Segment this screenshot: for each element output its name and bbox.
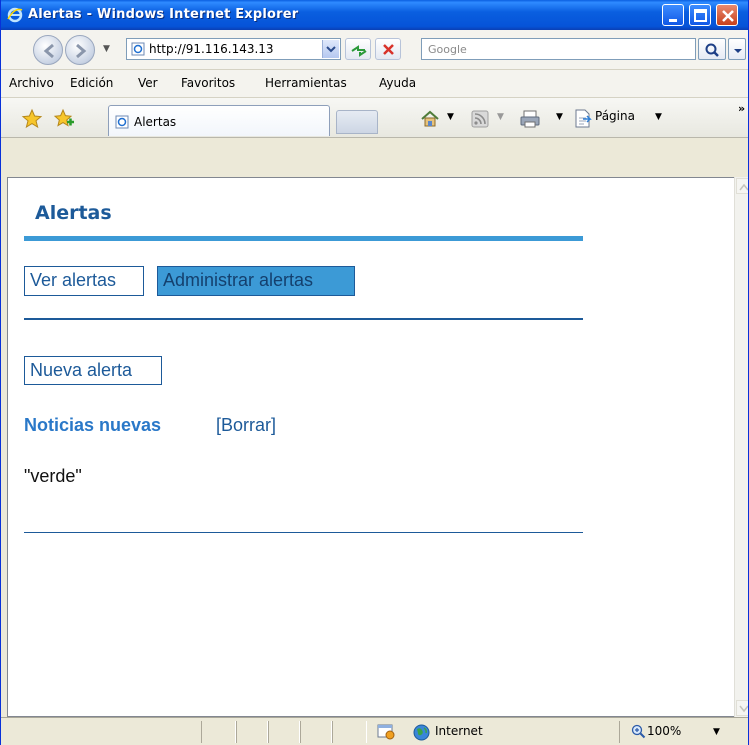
protected-mode-icon[interactable]: [377, 724, 395, 740]
status-segment: [268, 721, 300, 743]
tab-alertas[interactable]: Alertas: [108, 105, 330, 136]
delete-link[interactable]: [Borrar]: [216, 415, 276, 436]
search-icon: [705, 43, 719, 57]
close-button[interactable]: [716, 4, 738, 26]
stop-icon: [383, 44, 394, 55]
page-icon: [131, 42, 145, 56]
tab-toolbar: Alertas ▼ ▼ ▼ Página ▼ »: [1, 98, 748, 138]
chevron-up-icon: [739, 183, 748, 191]
ie-logo-icon: [7, 7, 23, 23]
back-arrow-icon: [43, 43, 54, 59]
status-segment: [201, 721, 236, 743]
search-input[interactable]: Google: [421, 38, 696, 60]
favorites-star-icon[interactable]: [21, 108, 43, 130]
menu-edicion[interactable]: Edición: [70, 76, 113, 90]
refresh-icon: [351, 45, 367, 57]
browser-window: Alertas - Windows Internet Explorer ▼ ht…: [0, 0, 749, 745]
page-menu-label[interactable]: Página: [595, 109, 635, 123]
back-button[interactable]: [33, 35, 63, 65]
scroll-up-button[interactable]: [736, 178, 748, 194]
page-dropdown-icon[interactable]: ▼: [655, 112, 662, 122]
forward-arrow-icon: [76, 43, 87, 59]
home-icon[interactable]: [419, 108, 441, 130]
status-bar: Internet 100% ▼: [1, 717, 748, 745]
vertical-scrollbar[interactable]: [734, 177, 748, 717]
menu-herramientas[interactable]: Herramientas: [265, 76, 347, 90]
menu-bar: Archivo Edición Ver Favoritos Herramient…: [1, 70, 748, 98]
minimize-icon: [669, 19, 677, 22]
title-bar: Alertas - Windows Internet Explorer: [1, 0, 748, 30]
scroll-down-button[interactable]: [736, 700, 748, 716]
toolbar-overflow-icon[interactable]: »: [738, 102, 745, 115]
refresh-button[interactable]: [345, 38, 371, 60]
globe-icon: [413, 724, 430, 741]
add-favorites-icon[interactable]: [53, 108, 75, 130]
page-menu-icon[interactable]: [574, 109, 592, 129]
chevron-down-icon: [739, 705, 748, 713]
feeds-dropdown-icon[interactable]: ▼: [497, 112, 504, 122]
forward-button[interactable]: [65, 35, 95, 65]
search-placeholder: Google: [428, 43, 467, 56]
page-content: Alertas Ver alertas Administrar alertas …: [7, 177, 734, 717]
zoom-icon[interactable]: [631, 724, 646, 739]
chevron-down-icon: [326, 46, 336, 53]
minimize-button[interactable]: [662, 4, 684, 26]
feeds-icon[interactable]: [471, 110, 489, 128]
menu-archivo[interactable]: Archivo: [9, 76, 54, 90]
status-segment: [300, 721, 332, 743]
title-divider: [24, 236, 583, 241]
tabs-divider: [24, 318, 583, 320]
zoom-dropdown-icon[interactable]: ▼: [713, 727, 720, 737]
maximize-icon: [694, 9, 707, 22]
search-options-button[interactable]: [728, 38, 746, 60]
new-tab-button[interactable]: [336, 110, 378, 134]
address-dropdown-button[interactable]: [322, 40, 339, 58]
security-zone: Internet: [435, 724, 483, 738]
manage-alerts-tab[interactable]: Administrar alertas: [157, 266, 355, 296]
bottom-divider: [24, 532, 583, 533]
menu-ayuda[interactable]: Ayuda: [379, 76, 416, 90]
address-field[interactable]: http://91.116.143.13: [126, 38, 341, 60]
address-toolbar: ▼ http://91.116.143.13 Google: [1, 30, 748, 70]
url-text: http://91.116.143.13: [149, 42, 274, 56]
section-title: Noticias nuevas: [24, 415, 162, 435]
status-segment: [236, 721, 268, 743]
print-dropdown-icon[interactable]: ▼: [556, 112, 563, 122]
maximize-button[interactable]: [689, 4, 711, 26]
search-button[interactable]: [698, 38, 726, 60]
status-segment: [332, 721, 367, 743]
view-alerts-tab[interactable]: Ver alertas: [24, 266, 144, 296]
zoom-level[interactable]: 100%: [647, 724, 681, 738]
page-icon: [115, 115, 129, 129]
history-dropdown-icon[interactable]: ▼: [103, 44, 110, 54]
home-dropdown-icon[interactable]: ▼: [447, 112, 454, 122]
chevron-down-icon: [734, 49, 742, 53]
close-icon: [722, 10, 734, 22]
page-title: Alertas: [35, 202, 112, 224]
new-alert-button[interactable]: Nueva alerta: [24, 356, 162, 385]
tab-label: Alertas: [134, 115, 177, 129]
window-title: Alertas - Windows Internet Explorer: [28, 7, 299, 22]
menu-favoritos[interactable]: Favoritos: [181, 76, 235, 90]
menu-ver[interactable]: Ver: [138, 76, 158, 90]
alert-item: "verde": [24, 466, 82, 486]
stop-button[interactable]: [375, 38, 401, 60]
print-icon[interactable]: [519, 109, 541, 129]
